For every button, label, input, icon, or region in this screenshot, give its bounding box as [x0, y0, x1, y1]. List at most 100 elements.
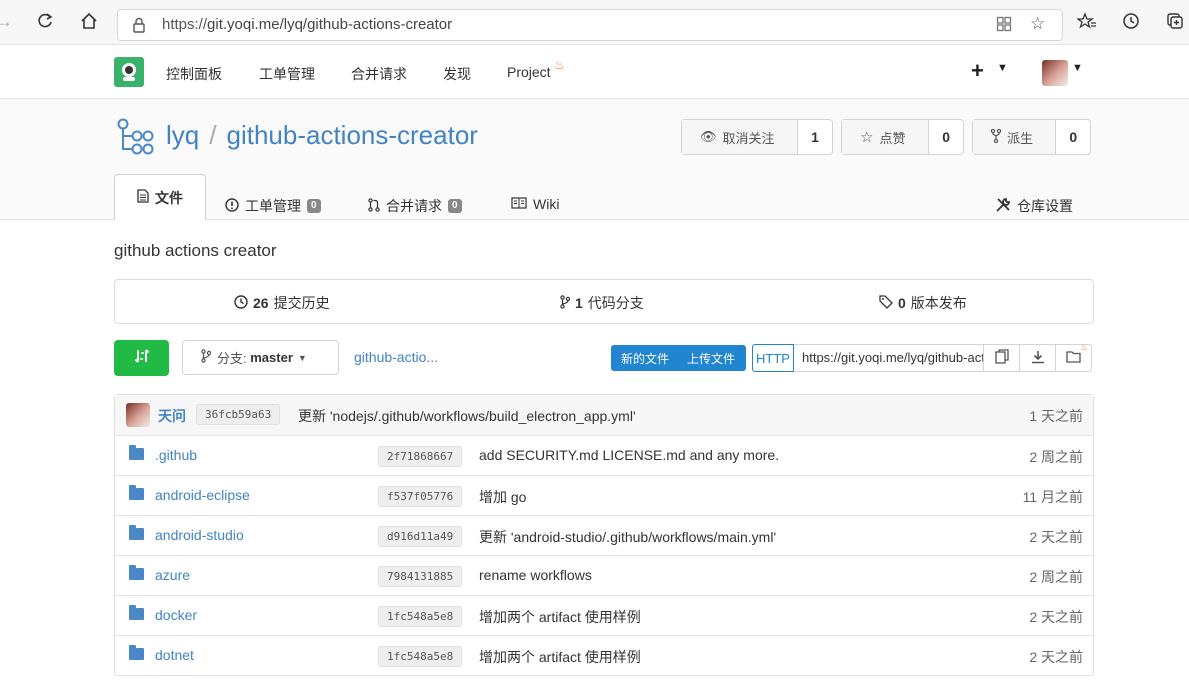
branch-selector[interactable]: 分支: master ▼: [182, 340, 339, 375]
tab-wiki[interactable]: Wiki: [511, 196, 559, 212]
file-commit-message[interactable]: 增加 go: [479, 487, 526, 507]
file-name[interactable]: azure: [155, 567, 190, 583]
fire-icon: ♨: [1079, 342, 1088, 352]
user-avatar[interactable]: [1042, 60, 1068, 86]
caret-down-icon[interactable]: ▼: [1072, 62, 1083, 74]
file-name[interactable]: dotnet: [155, 647, 194, 663]
home-icon[interactable]: [79, 12, 99, 32]
watch-button-group: 👁 取消关注 1: [681, 119, 833, 155]
file-name[interactable]: docker: [155, 607, 197, 623]
file-row[interactable]: dotnet 1fc548a5e8 增加两个 artifact 使用样例 2 天…: [115, 636, 1093, 676]
http-protocol-button[interactable]: HTTP: [752, 344, 794, 372]
branches-stat[interactable]: 1 代码分支: [560, 293, 644, 313]
url-text[interactable]: https://git.yoqi.me/lyq/github-actions-c…: [162, 16, 452, 33]
tools-icon: [995, 197, 1011, 216]
file-commit-sha[interactable]: 7984131885: [378, 566, 463, 587]
tab-pull-requests[interactable]: 合并请求 0: [368, 196, 462, 216]
favorites-icon[interactable]: [1076, 12, 1097, 32]
repo-stats-bar: 26 提交历史 1 代码分支 0 版本发布: [114, 279, 1094, 324]
watch-count[interactable]: 1: [798, 120, 832, 154]
nav-explore[interactable]: 发现: [443, 64, 471, 84]
folder-icon: [1066, 350, 1081, 366]
clone-url-input[interactable]: https://git.yoqi.me/lyq/github-actions-c…: [794, 345, 984, 371]
open-in-app-button[interactable]: ♨: [1056, 342, 1091, 371]
watch-button[interactable]: 👁 取消关注: [682, 120, 798, 154]
repo-name-link[interactable]: github-actions-creator: [226, 120, 477, 150]
file-commit-sha[interactable]: d916d11a49: [378, 526, 463, 547]
address-bar[interactable]: https://git.yoqi.me/lyq/github-actions-c…: [117, 9, 1063, 41]
file-table: 天问 36fcb59a63 更新 'nodejs/.github/workflo…: [114, 394, 1094, 676]
nav-issues[interactable]: 工单管理: [259, 64, 315, 84]
tab-issues[interactable]: 工单管理 0: [225, 196, 321, 216]
nav-project[interactable]: Project: [507, 64, 551, 80]
folder-icon: [129, 525, 144, 540]
issue-icon: [225, 197, 239, 215]
file-commit-sha[interactable]: 1fc548a5e8: [378, 646, 463, 667]
folder-icon: [129, 605, 144, 620]
file-row[interactable]: docker 1fc548a5e8 增加两个 artifact 使用样例 2 天…: [115, 596, 1093, 636]
eye-icon: 👁: [700, 129, 717, 144]
commit-message[interactable]: 更新 'nodejs/.github/workflows/build_elect…: [298, 406, 636, 426]
file-commit-sha[interactable]: 1fc548a5e8: [378, 606, 463, 627]
add-favorite-icon[interactable]: ☆: [1030, 14, 1045, 34]
upload-file-button[interactable]: 上传文件: [679, 350, 745, 367]
nav-pulls[interactable]: 合并请求: [351, 64, 407, 84]
file-name[interactable]: android-eclipse: [155, 487, 250, 503]
star-button[interactable]: ☆ 点赞: [842, 120, 930, 154]
site-logo[interactable]: [114, 57, 144, 87]
file-commit-message[interactable]: 增加两个 artifact 使用样例: [479, 607, 641, 627]
folder-icon: [129, 565, 144, 580]
grid-icon[interactable]: [996, 16, 1012, 35]
file-commit-sha[interactable]: 2f71868667: [378, 446, 463, 467]
repo-icon: [117, 118, 155, 159]
file-commit-age: 2 周之前: [1029, 449, 1083, 465]
reload-icon[interactable]: [35, 12, 55, 32]
new-file-button[interactable]: 新的文件: [611, 350, 679, 367]
fork-count[interactable]: 0: [1056, 120, 1090, 154]
file-commit-message[interactable]: add SECURITY.md LICENSE.md and any more.: [479, 447, 779, 463]
lock-icon[interactable]: [132, 17, 146, 36]
copy-url-button[interactable]: [984, 345, 1020, 371]
branch-icon: [201, 349, 212, 366]
pulls-count-badge: 0: [448, 199, 462, 213]
collections-icon[interactable]: [1165, 12, 1185, 32]
commit-author[interactable]: 天问: [158, 406, 186, 426]
repo-owner-link[interactable]: lyq: [166, 120, 199, 150]
repo-title: lyq / github-actions-creator: [166, 120, 478, 151]
clone-panel: HTTP https://git.yoqi.me/lyq/github-acti…: [752, 342, 1092, 372]
file-row[interactable]: azure 7984131885 rename workflows 2 周之前: [115, 556, 1093, 596]
title-separator: /: [209, 120, 217, 150]
author-avatar[interactable]: [126, 403, 150, 427]
file-actions: 新的文件 上传文件: [611, 345, 746, 371]
releases-stat[interactable]: 0 版本发布: [879, 293, 967, 313]
back-arrow-icon[interactable]: →: [0, 12, 14, 32]
file-commit-message[interactable]: 增加两个 artifact 使用样例: [479, 647, 641, 667]
file-name[interactable]: android-studio: [155, 527, 244, 543]
file-row[interactable]: android-eclipse f537f05776 增加 go 11 月之前: [115, 476, 1093, 516]
star-count[interactable]: 0: [929, 120, 963, 154]
fork-button[interactable]: 派生: [973, 120, 1057, 154]
file-row[interactable]: android-studio d916d11a49 更新 'android-st…: [115, 516, 1093, 556]
breadcrumb-repo[interactable]: github-actio...: [354, 349, 438, 365]
caret-down-icon: ▼: [297, 352, 307, 363]
browser-toolbar: → https://git.yoqi.me/lyq/github-actions…: [0, 0, 1189, 45]
top-navbar: 控制面板 工单管理 合并请求 发现 Project ♨ + ▼ ▼: [0, 45, 1189, 99]
commits-stat[interactable]: 26 提交历史: [234, 293, 330, 313]
download-button[interactable]: [1020, 345, 1056, 371]
tab-settings[interactable]: 仓库设置: [995, 196, 1073, 216]
commit-sha[interactable]: 36fcb59a63: [196, 404, 281, 425]
caret-down-icon[interactable]: ▼: [997, 62, 1008, 74]
file-name[interactable]: .github: [155, 447, 197, 463]
nav-dashboard[interactable]: 控制面板: [166, 64, 222, 84]
file-commit-message[interactable]: rename workflows: [479, 567, 592, 583]
tab-files[interactable]: 文件: [114, 174, 206, 220]
file-commit-sha[interactable]: f537f05776: [378, 486, 463, 507]
file-commit-age: 2 天之前: [1029, 609, 1083, 625]
history-icon[interactable]: [1121, 12, 1141, 32]
folder-icon: [129, 485, 144, 500]
compare-button[interactable]: [114, 340, 169, 376]
folder-icon: [129, 645, 144, 660]
plus-icon[interactable]: +: [971, 58, 984, 84]
file-commit-message[interactable]: 更新 'android-studio/.github/workflows/mai…: [479, 527, 776, 547]
file-row[interactable]: .github 2f71868667 add SECURITY.md LICEN…: [115, 436, 1093, 476]
